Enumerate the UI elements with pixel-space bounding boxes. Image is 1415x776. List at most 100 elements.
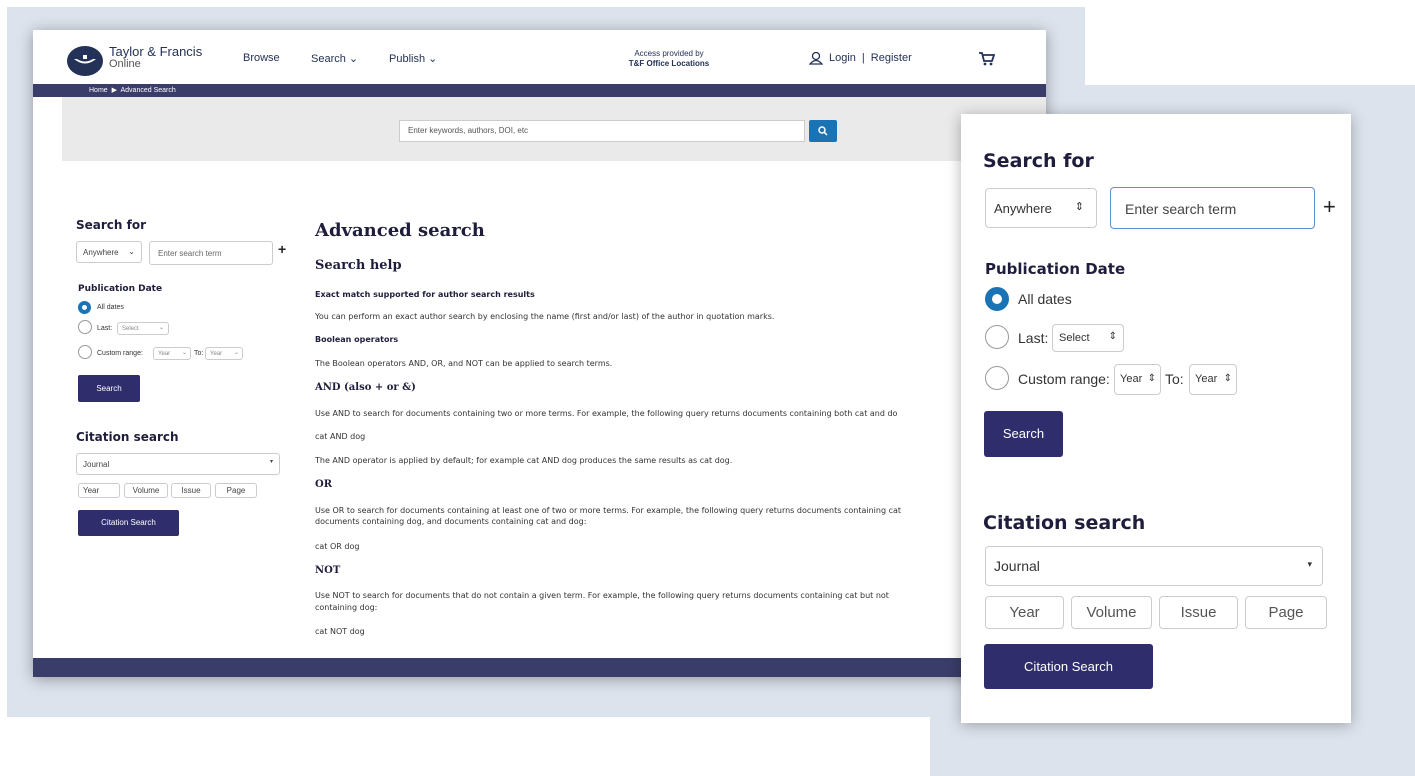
zoom-to-label: To: [1165, 371, 1184, 387]
access-line2: T&F Office Locations [628, 59, 710, 68]
chevron-down-icon: ⌄ [128, 247, 135, 256]
and-text: Use AND to search for documents containi… [315, 409, 898, 418]
journal-value: Journal [83, 460, 110, 469]
nav-publish[interactable]: Publish ⌄ [389, 52, 437, 65]
zoom-last-label: Last: [1018, 330, 1049, 346]
not-example: cat NOT dog [315, 627, 365, 636]
brand-name: Taylor & Francis [109, 44, 203, 59]
chevron-down-icon: ⌄ [428, 53, 438, 65]
login-link[interactable]: Login [829, 52, 856, 64]
logo-icon[interactable] [67, 46, 103, 76]
zoom-last-select[interactable]: Select ⇕ [1052, 324, 1124, 352]
search-for-heading: Search for [76, 218, 147, 232]
zoom-citation-search-button[interactable]: Citation Search [984, 644, 1153, 689]
zoom-issue-field[interactable]: Issue [1159, 596, 1238, 629]
to-label: To: [194, 350, 204, 357]
register-link[interactable]: Register [871, 52, 912, 64]
and-default-text: The AND operator is applied by default; … [315, 456, 733, 465]
brand-sub: Online [109, 58, 141, 70]
quick-search-button[interactable] [809, 120, 837, 142]
zoom-from-year-select[interactable]: Year ⇕ [1114, 364, 1161, 395]
last-radio[interactable] [78, 320, 92, 334]
account-links: Login | Register [809, 51, 912, 65]
zoom-last-radio[interactable] [985, 325, 1009, 349]
custom-range-radio[interactable] [78, 345, 92, 359]
nav-publish-label: Publish [389, 53, 426, 65]
all-dates-radio[interactable] [78, 301, 91, 314]
zoom-all-dates-radio[interactable] [985, 287, 1009, 311]
page-field[interactable]: Page [215, 483, 257, 498]
issue-field[interactable]: Issue [171, 483, 211, 498]
all-dates-label: All dates [97, 304, 124, 311]
chevron-down-icon: ⌄ [348, 53, 359, 65]
not-text-1: Use NOT to search for documents that do … [315, 591, 889, 600]
access-line1: Access provided by [634, 49, 704, 58]
updown-icon: ⇕ [1108, 331, 1117, 342]
boolean-text: The Boolean operators AND, OR, and NOT c… [315, 359, 613, 368]
scope-select[interactable]: Anywhere ⌄ [76, 241, 142, 263]
or-text-2: documents containing dog, and documents … [315, 517, 587, 526]
zoom-add-term-icon[interactable]: + [1323, 194, 1336, 220]
chevron-down-icon: ⌄ [233, 350, 239, 356]
zoom-all-dates-label: All dates [1018, 291, 1072, 307]
scope-value: Anywhere [83, 248, 119, 257]
chevron-down-icon: ⌄ [181, 350, 187, 356]
custom-range-label: Custom range: [97, 350, 143, 357]
to-year-select[interactable]: Year ⌄ [205, 347, 243, 360]
chevron-down-icon: ⌄ [158, 325, 164, 331]
year-field[interactable]: Year [78, 483, 120, 498]
from-year-select[interactable]: Year ⌄ [153, 347, 191, 360]
user-icon [809, 51, 823, 65]
zoom-to-year-select[interactable]: Year ⇕ [1189, 364, 1237, 395]
zoom-year-field[interactable]: Year [985, 596, 1064, 629]
journal-select[interactable]: Journal ▾ [76, 453, 280, 475]
quick-search-input[interactable]: Enter keywords, authors, DOI, etc [399, 120, 805, 142]
zoom-publication-date-heading: Publication Date [985, 260, 1126, 278]
to-year-value: Year [210, 351, 223, 357]
zoom-scope-select[interactable]: Anywhere ⇕ [985, 188, 1097, 228]
or-example: cat OR dog [315, 542, 360, 551]
zoom-from-year-value: Year [1120, 373, 1143, 385]
zoom-search-term-input[interactable]: Enter search term [1110, 187, 1315, 229]
zoom-page-field[interactable]: Page [1245, 596, 1327, 629]
zoom-volume-field[interactable]: Volume [1071, 596, 1152, 629]
zoom-custom-range-radio[interactable] [985, 366, 1009, 390]
from-year-value: Year [158, 351, 171, 357]
search-icon [818, 126, 828, 136]
zoom-citation-search-heading: Citation search [983, 512, 1146, 534]
add-term-icon[interactable]: + [278, 241, 286, 257]
search-term-input[interactable]: Enter search term [149, 241, 273, 265]
search-button[interactable]: Search [78, 375, 140, 402]
and-heading: AND (also + or &) [315, 382, 416, 393]
updown-icon: ⇕ [1223, 373, 1232, 384]
zoom-journal-select[interactable]: Journal ▾ [985, 546, 1323, 586]
not-heading: NOT [315, 565, 341, 576]
last-select[interactable]: Select ⌄ [117, 322, 169, 335]
updown-icon: ⇕ [1147, 373, 1156, 384]
not-text-2: containing dog: [315, 603, 378, 612]
caret-down-icon: ▾ [1307, 559, 1312, 569]
access-info: Access provided by T&F Office Locations [619, 49, 719, 69]
volume-field[interactable]: Volume [124, 483, 168, 498]
breadcrumb-current: Advanced Search [120, 87, 176, 94]
cart-icon[interactable] [979, 52, 995, 66]
nav-search[interactable]: Search ⌄ [311, 52, 358, 65]
nav-browse[interactable]: Browse [243, 52, 280, 64]
zoom-panel: Search for Anywhere ⇕ Enter search term +… [961, 114, 1351, 723]
zoom-scope-value: Anywhere [994, 201, 1052, 216]
and-example: cat AND dog [315, 432, 366, 441]
page-window: Taylor & Francis Online Browse Search ⌄ … [33, 30, 1046, 677]
or-heading: OR [315, 479, 333, 490]
zoom-journal-value: Journal [994, 558, 1040, 574]
breadcrumb-home[interactable]: Home [89, 87, 108, 94]
brand[interactable]: Taylor & Francis Online [109, 45, 202, 71]
publication-date-heading: Publication Date [78, 284, 163, 294]
site-header: Taylor & Francis Online Browse Search ⌄ … [33, 30, 1046, 84]
or-text-1: Use OR to search for documents containin… [315, 506, 901, 515]
breadcrumb: Home ▶ Advanced Search [33, 84, 1046, 97]
citation-search-button[interactable]: Citation Search [78, 510, 179, 536]
zoom-search-button[interactable]: Search [984, 411, 1063, 457]
zoom-search-for-heading: Search for [983, 150, 1094, 172]
boolean-heading: Boolean operators [315, 335, 399, 344]
exact-match-heading: Exact match supported for author search … [315, 290, 535, 299]
